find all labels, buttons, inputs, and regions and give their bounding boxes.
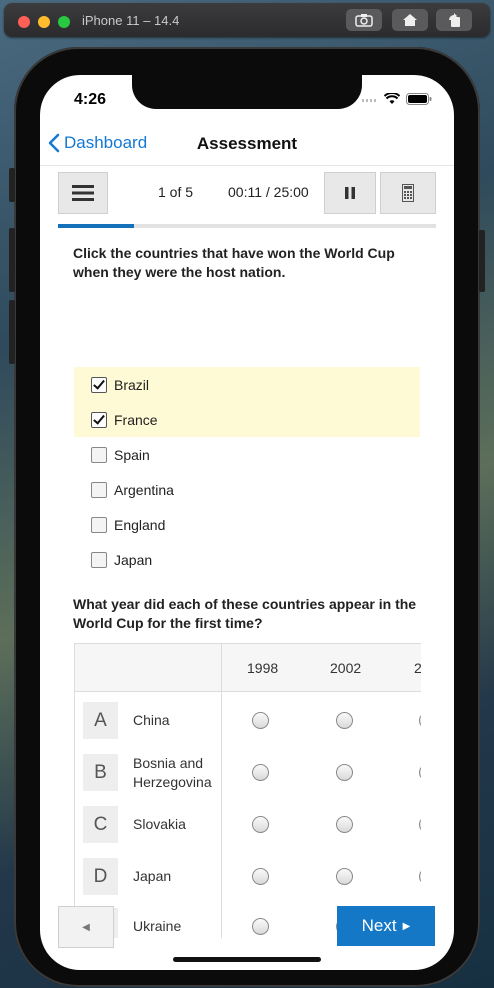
battery-icon [406,93,432,105]
option-label: France [114,411,158,428]
row-letter: C [83,806,118,843]
option-item[interactable]: France [74,402,420,437]
home-indicator [173,957,321,962]
radio-button[interactable] [336,868,353,885]
row-letter: A [83,702,118,739]
grid-row: D Japan [75,854,421,906]
zoom-window-button[interactable] [58,16,70,28]
checkbox[interactable] [91,481,107,498]
power-button [479,230,485,292]
mute-switch [9,168,15,202]
close-window-button[interactable] [18,16,30,28]
radio-button[interactable] [252,918,269,935]
option-item[interactable]: England [74,507,420,542]
option-label: Japan [114,551,153,568]
radio-button[interactable] [419,868,421,885]
pause-button[interactable] [324,172,376,214]
option-label: England [114,516,166,533]
minimize-window-button[interactable] [38,16,50,28]
option-item[interactable]: Brazil [74,367,420,402]
hamburger-menu-icon [72,185,94,201]
signal-icon [362,99,376,102]
option-label: Spain [114,446,150,463]
checkbox[interactable] [91,446,107,463]
status-icons [362,93,432,105]
matching-grid: 1998 2002 2 A China B Bosnia and Herzegovin… [74,643,421,938]
notch [132,75,362,109]
radio-button[interactable] [419,764,421,781]
question-1-text: Click the countries that have won the Wo… [73,245,395,280]
rotate-button[interactable] [436,9,472,31]
screenshot-button[interactable] [346,9,382,31]
checkbox[interactable] [91,376,107,393]
checkbox[interactable] [91,551,107,568]
page-title: Assessment [196,134,298,153]
question-content: Click the countries that have won the Wo… [40,228,454,938]
home-icon [403,14,417,26]
question-counter: 1 of 5 [158,184,194,200]
row-country: China [133,712,170,728]
option-item[interactable]: Argentina [74,472,420,507]
column-header: 1998 [247,660,279,676]
menu-button[interactable] [58,172,108,214]
option-label: Argentina [114,481,174,498]
grid-row: A China [75,698,421,750]
wifi-icon [384,93,400,104]
window-title: iPhone 11 – 14.4 [82,13,180,28]
calculator-icon [402,184,414,202]
triangle-right-icon: ▶ [402,920,411,932]
camera-icon [355,14,373,27]
checkbox[interactable] [91,516,107,533]
grid-header: 1998 2002 2 [75,644,421,692]
row-country: Ukraine [133,918,182,934]
column-header: 2002 [330,660,362,676]
grid-row: B Bosnia and Herzegovina [75,750,421,802]
home-button[interactable] [392,9,428,31]
question-2-text: What year did each of these countries ap… [73,596,417,631]
option-item[interactable]: Spain [74,437,420,472]
radio-button[interactable] [252,764,269,781]
status-time: 4:26 [74,91,107,108]
radio-button[interactable] [336,816,353,833]
next-label: Next [361,916,397,935]
option-label: Brazil [114,376,150,393]
radio-button[interactable] [336,764,353,781]
simulator-titlebar: iPhone 11 – 14.4 [4,3,490,37]
row-letter: B [83,754,118,791]
calculator-button[interactable] [380,172,436,214]
radio-button[interactable] [252,868,269,885]
phone-screen: 4:26 Dashboard Assessment 1 of 5 00:11 /… [40,75,454,970]
radio-button[interactable] [419,816,421,833]
pause-icon [345,187,355,199]
row-country: Japan [133,868,172,884]
column-header: 2 [414,660,421,676]
navigation-bar: Dashboard Assessment [40,121,454,166]
triangle-left-icon: ◀ [82,921,90,933]
assessment-toolbar: 1 of 5 00:11 / 25:00 [58,172,436,214]
radio-button[interactable] [252,816,269,833]
timer: 00:11 / 25:00 [228,184,309,200]
next-button[interactable]: Next ▶ [337,906,435,946]
radio-button[interactable] [252,712,269,729]
row-country: Bosnia and Herzegovina [133,755,212,790]
row-letter: D [83,858,118,895]
volume-up-button [9,228,15,292]
previous-button[interactable]: ◀ [58,906,114,948]
option-item[interactable]: Japan [74,542,420,577]
volume-down-button [9,300,15,364]
grid-row: C Slovakia [75,802,421,854]
rotate-icon [449,13,460,27]
radio-button[interactable] [419,712,421,729]
checkbox[interactable] [91,411,107,428]
radio-button[interactable] [336,712,353,729]
row-country: Slovakia [133,816,186,832]
